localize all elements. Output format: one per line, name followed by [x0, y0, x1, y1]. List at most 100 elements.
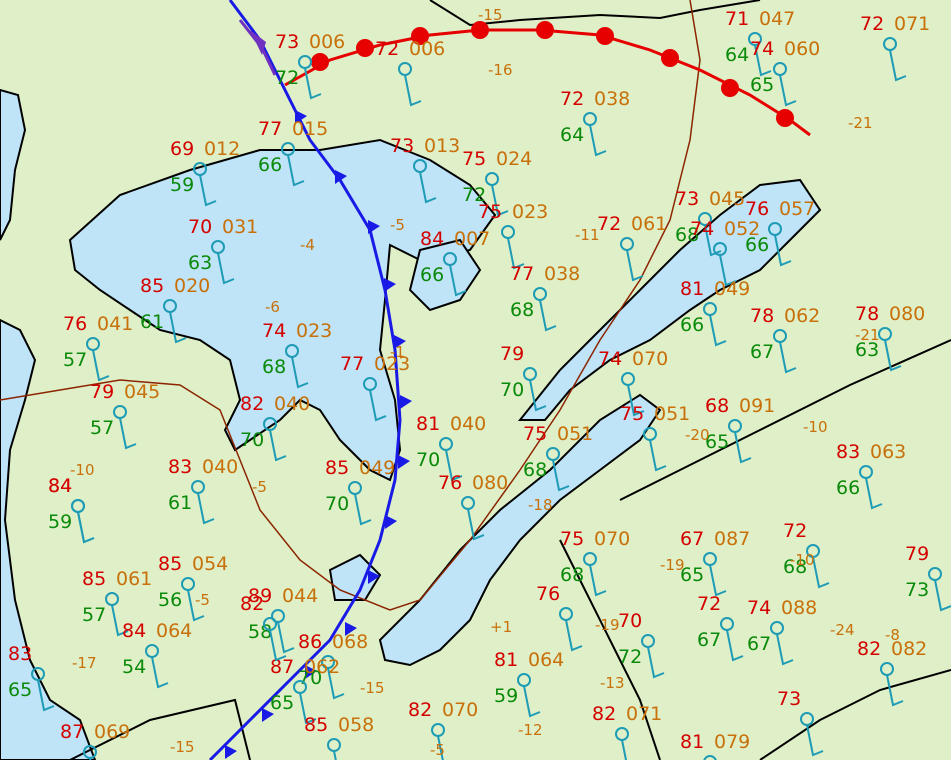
pressure-label: 091: [739, 395, 775, 417]
pressure-label: 012: [204, 138, 240, 160]
pressure-tendency-label: -18: [528, 496, 553, 514]
dewpoint-label: 57: [90, 417, 114, 439]
temperature-label: 70: [618, 610, 642, 632]
pressure-label: 045: [124, 381, 160, 403]
pressure-label: 051: [557, 423, 593, 445]
pressure-tendency-label: -5: [390, 216, 405, 234]
temperature-label: 75: [523, 423, 547, 445]
temperature-label: 72: [783, 520, 807, 542]
dewpoint-label: 66: [258, 154, 282, 176]
dewpoint-label: 68: [523, 459, 547, 481]
temperature-label: 84: [420, 228, 444, 250]
temperature-label: 79: [500, 343, 524, 365]
dewpoint-label: 66: [836, 477, 860, 499]
temperature-label: 73: [777, 688, 801, 710]
dewpoint-label: 61: [168, 492, 192, 514]
pressure-tendency-label: +1: [490, 618, 512, 636]
temperature-label: 82: [592, 703, 616, 725]
pressure-tendency-label: -21: [848, 114, 873, 132]
temperature-label: 73: [390, 135, 414, 157]
temperature-label: 81: [494, 649, 518, 671]
temperature-label: 84: [122, 620, 146, 642]
pressure-tendency-label: -5: [195, 591, 210, 609]
pressure-label: 038: [594, 88, 630, 110]
temperature-label: 85: [325, 457, 349, 479]
pressure-label: 064: [528, 649, 564, 671]
pressure-tendency-label: -19: [660, 556, 685, 574]
pressure-label: 079: [714, 731, 750, 753]
temperature-label: 79: [90, 381, 114, 403]
pressure-tendency-label: -11: [575, 226, 600, 244]
pressure-label: 088: [781, 597, 817, 619]
dewpoint-label: 64: [560, 124, 584, 146]
pressure-label: 013: [424, 135, 460, 157]
temperature-label: 71: [725, 8, 749, 30]
dewpoint-label: 68: [262, 356, 286, 378]
pressure-label: 031: [222, 216, 258, 238]
pressure-tendency-label: -24: [830, 621, 855, 639]
warm-front-bump: [661, 49, 679, 67]
warm-front-bump: [721, 79, 739, 97]
pressure-label: 069: [94, 721, 130, 743]
pressure-label: 006: [309, 31, 345, 53]
dewpoint-label: 56: [158, 589, 182, 611]
warm-front-bump: [596, 27, 614, 45]
temperature-label: 86: [298, 631, 322, 653]
pressure-label: 044: [282, 585, 318, 607]
temperature-label: 83: [168, 456, 192, 478]
pressure-label: 040: [450, 413, 486, 435]
pressure-label: 058: [338, 714, 374, 736]
pressure-label: 047: [759, 8, 795, 30]
pressure-tendency-label: -15: [360, 679, 385, 697]
pressure-label: 062: [304, 656, 340, 678]
temperature-label: 84: [48, 475, 72, 497]
dewpoint-label: 67: [750, 341, 774, 363]
temperature-label: 76: [438, 472, 462, 494]
dewpoint-label: 61: [140, 311, 164, 333]
pressure-label: 007: [454, 228, 490, 250]
pressure-label: 041: [97, 313, 133, 335]
pressure-tendency-label: -15: [170, 738, 195, 756]
pressure-label: 052: [724, 218, 760, 240]
dewpoint-label: 64: [725, 44, 749, 66]
temperature-label: 72: [697, 593, 721, 615]
pressure-label: 051: [654, 403, 690, 425]
pressure-label: 061: [631, 213, 667, 235]
surface-weather-map: 73 006 72 72 006 71 047 64 72 071 74 060 65 72 038 64 77…: [0, 0, 951, 760]
temperature-label: 77: [510, 263, 534, 285]
temperature-label: 75: [462, 148, 486, 170]
pressure-tendency-label: -16: [488, 61, 513, 79]
pressure-tendency-label: -21: [855, 326, 880, 344]
temperature-label: 81: [680, 278, 704, 300]
temperature-label: 76: [745, 198, 769, 220]
pressure-label: 038: [544, 263, 580, 285]
warm-front-bump: [536, 21, 554, 39]
dewpoint-label: 66: [680, 314, 704, 336]
dewpoint-label: 68: [510, 299, 534, 321]
dewpoint-label: 66: [420, 264, 444, 286]
dewpoint-label: 72: [618, 646, 642, 668]
pressure-label: 024: [496, 148, 532, 170]
temperature-label: 82: [408, 699, 432, 721]
dewpoint-label: 57: [63, 349, 87, 371]
temperature-label: 79: [905, 543, 929, 565]
temperature-label: 82: [857, 638, 881, 660]
temperature-label: 75: [560, 528, 584, 550]
pressure-tendency-label: -12: [518, 721, 543, 739]
temperature-label: 81: [416, 413, 440, 435]
temperature-label: 70: [188, 216, 212, 238]
temperature-label: 74: [262, 320, 286, 342]
warm-front-bump: [311, 53, 329, 71]
warm-front-bump: [776, 109, 794, 127]
pressure-label: 070: [632, 348, 668, 370]
temperature-label: 85: [158, 553, 182, 575]
dewpoint-label: 65: [750, 74, 774, 96]
temperature-label: 87: [270, 656, 294, 678]
pressure-tendency-label: -20: [685, 426, 710, 444]
temperature-label: 75: [478, 201, 502, 223]
temperature-label: 73: [275, 31, 299, 53]
pressure-label: 068: [332, 631, 368, 653]
dewpoint-label: 63: [188, 252, 212, 274]
pressure-label: 080: [889, 303, 925, 325]
pressure-label: 071: [626, 703, 662, 725]
